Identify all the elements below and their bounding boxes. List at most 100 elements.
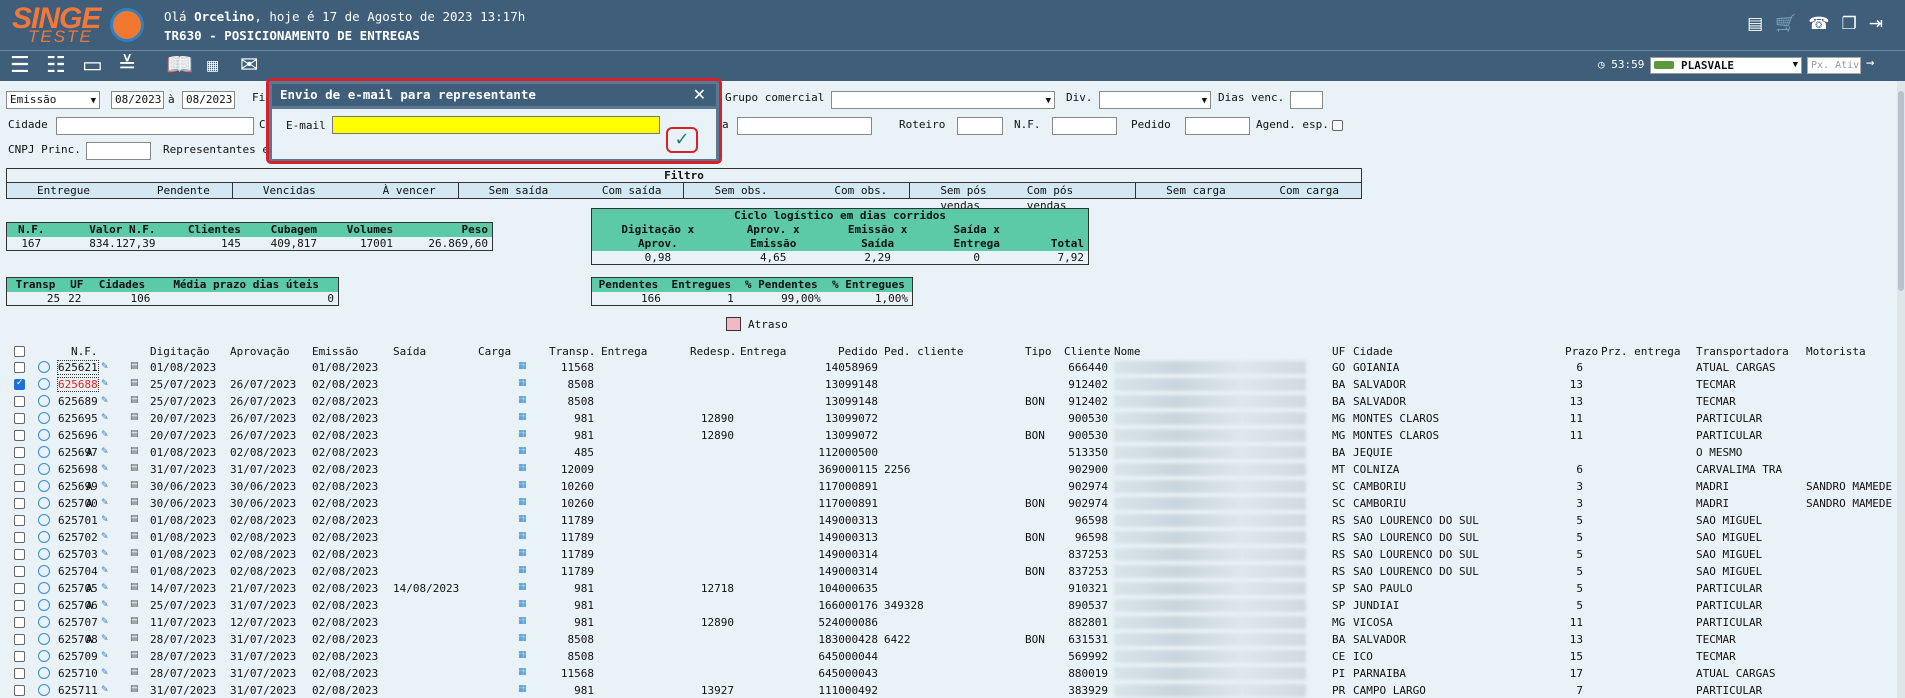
email-icon[interactable]: ✉ [240,54,258,78]
attach-icon[interactable]: ✎ [101,498,109,508]
doc-icon[interactable]: ▤ [130,412,139,422]
row-checkbox[interactable] [14,362,25,373]
doc-icon[interactable]: ▤ [130,565,139,575]
filter-entregue[interactable]: Entregue [37,183,90,198]
doc-icon[interactable]: ▤ [130,582,139,592]
nf-input[interactable] [1052,117,1117,135]
row-checkbox[interactable] [14,600,25,611]
info-icon[interactable] [38,378,50,390]
doc-icon[interactable]: ▤ [130,667,139,677]
info-icon[interactable] [38,429,50,441]
col-cliente[interactable]: Cliente [1064,345,1110,358]
table-row[interactable]: ✎ ▤ ▦ 625710 28/07/2023 31/07/2023 02/08/2023 1… [0,665,1905,682]
form-icon[interactable]: ▭ [82,54,103,78]
info-icon[interactable] [38,616,50,628]
table-row[interactable]: ✎ ▤ ▦ 625702 01/08/2023 02/08/2023 02/08/2023 1… [0,529,1905,546]
col-entrega[interactable]: Entrega [601,345,647,358]
doc-icon[interactable]: ▤ [130,531,139,541]
carga-icon[interactable]: ▦ [518,497,527,507]
col-nf[interactable]: N.F. [71,345,98,358]
doc-icon[interactable]: ▤ [130,480,139,490]
doc-icon[interactable]: ▤ [130,650,139,660]
row-checkbox[interactable] [14,532,25,543]
attach-icon[interactable]: ✎ [101,668,109,678]
col-cidade[interactable]: Cidade [1353,345,1393,358]
table-row[interactable]: ✎ ▤ ▦ 625698 31/07/2023 31/07/2023 02/08/2023 1… [0,461,1905,478]
cell-nf[interactable]: 625709 [58,650,98,663]
col-saida[interactable]: Saída [393,345,426,358]
row-checkbox[interactable] [14,651,25,662]
cell-nf[interactable]: 625711 [58,684,98,697]
filter-pendente[interactable]: Pendente [157,183,210,198]
row-checkbox[interactable] [14,634,25,645]
info-icon[interactable] [38,531,50,543]
doc-icon[interactable]: ▤ [130,446,139,456]
table-row[interactable]: ✎ ▤ ▦ 625700 A 30/06/2023 30/06/2023 02/08/2023… [0,495,1905,512]
carga-icon[interactable]: ▦ [518,684,527,694]
cell-nf[interactable]: 625698 [58,463,98,476]
filter-sem-pos-vendas[interactable]: Sem pós vendas [940,183,1026,212]
row-checkbox[interactable] [14,668,25,679]
col-nome[interactable]: Nome [1114,345,1141,358]
table-row[interactable]: ✎ ▤ ▦ 625701 01/08/2023 02/08/2023 02/08/2023 1… [0,512,1905,529]
row-checkbox[interactable] [14,464,25,475]
grupo-comercial-select[interactable] [831,91,1055,109]
col-aprovacao[interactable]: Aprovação [230,345,290,358]
doc-icon[interactable]: ▤ [130,633,139,643]
carga-icon[interactable]: ▦ [518,565,527,575]
attach-icon[interactable]: ✎ [101,651,109,661]
attach-icon[interactable]: ✎ [101,396,109,406]
csv-icon[interactable]: ▦ [206,54,219,78]
checklist-icon[interactable]: ☷ [46,54,66,78]
agend-esp-checkbox[interactable] [1332,120,1343,131]
doc-icon[interactable]: ▤ [130,497,139,507]
row-checkbox[interactable] [14,413,25,424]
cart-icon[interactable]: 🛒 [1775,14,1796,34]
col-prz-entrega[interactable]: Prz. entrega [1601,345,1680,358]
table-row[interactable]: ✎ ▤ ▦ 625709 28/07/2023 31/07/2023 02/08/2023 8… [0,648,1905,665]
filter-com-obs[interactable]: Com obs. [834,183,887,198]
carga-icon[interactable]: ▦ [518,633,527,643]
doc-icon[interactable]: ▤ [130,463,139,473]
table-row[interactable]: ✎ ▤ ▦ 625711 31/07/2023 31/07/2023 02/08/2023 9… [0,682,1905,698]
table-row[interactable]: ✎ ▤ ▦ 625703 01/08/2023 02/08/2023 02/08/2023 1… [0,546,1905,563]
carga-icon[interactable]: ▦ [518,446,527,456]
table-row[interactable]: ✎ ▤ ▦ 625704 01/08/2023 02/08/2023 02/08/2023 1… [0,563,1905,580]
doc-icon[interactable]: ▤ [130,514,139,524]
carga-icon[interactable]: ▦ [518,412,527,422]
doc-icon[interactable]: ▤ [130,599,139,609]
info-icon[interactable] [38,395,50,407]
cell-nf[interactable]: 625695 [58,412,98,425]
table-row[interactable]: ✎ ▤ ▦ 625707 11/07/2023 12/07/2023 02/08/2023 9… [0,614,1905,631]
roteiro-input[interactable] [957,117,1003,135]
logout-icon[interactable]: ⇥ [1869,14,1883,34]
copy-icon[interactable]: ❐ [1842,14,1857,34]
attach-icon[interactable]: ✎ [101,413,109,423]
row-checkbox[interactable] [14,498,25,509]
col-emissao[interactable]: Emissão [312,345,358,358]
filter-com-carga[interactable]: Com carga [1279,183,1339,198]
date-type-select[interactable]: Emissão [6,91,100,109]
info-icon[interactable] [38,650,50,662]
list-icon[interactable]: ☰ [10,54,30,78]
carga-icon[interactable]: ▦ [518,599,527,609]
document-icon[interactable]: ▤ [1747,14,1763,34]
col-uf[interactable]: UF [1332,345,1345,358]
doc-icon[interactable]: ▤ [130,378,139,388]
attach-icon[interactable]: ✎ [101,600,109,610]
cell-nf[interactable]: 625701 [58,514,98,527]
cell-nf[interactable]: 625696 [58,429,98,442]
cell-nf[interactable]: 625707 [58,616,98,629]
table-row[interactable]: ✎ ▤ ▦ 625621 01/08/2023 01/08/2023 11568 140589… [0,359,1905,376]
email-input[interactable] [332,116,660,134]
date-to-input[interactable]: 08/2023 [182,91,235,109]
info-icon[interactable] [38,582,50,594]
info-icon[interactable] [38,684,50,696]
table-row[interactable]: ✎ ▤ ▦ 625708 A 28/07/2023 31/07/2023 02/08/2023… [0,631,1905,648]
table-row[interactable]: ✎ ▤ ▦ 625696 20/07/2023 26/07/2023 02/08/2023 9… [0,427,1905,444]
doc-icon[interactable]: ▤ [130,361,139,371]
book-icon[interactable]: 📖 [166,54,193,78]
row-checkbox[interactable] [14,396,25,407]
row-checkbox[interactable] [14,515,25,526]
col-transportadora[interactable]: Transportadora [1696,345,1789,358]
